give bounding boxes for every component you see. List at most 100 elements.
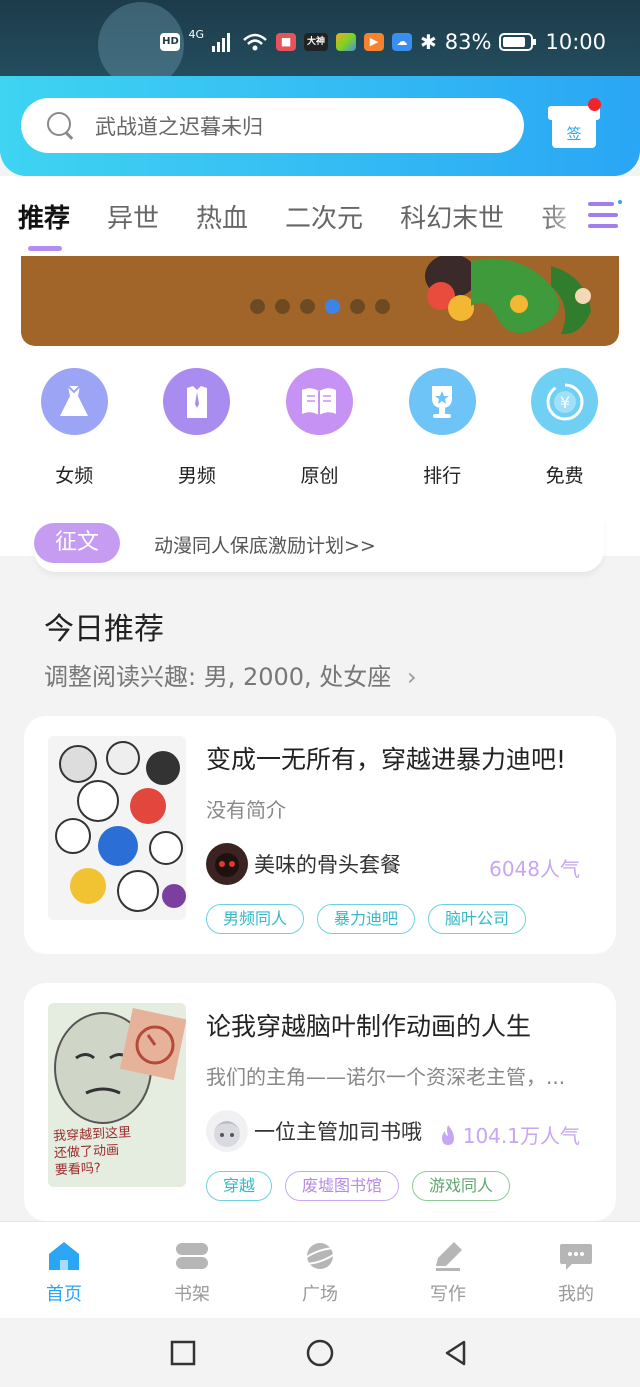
clock: 10:00 (545, 30, 606, 54)
book-tag[interactable]: 脑叶公司 (428, 904, 527, 934)
book-author[interactable]: 美味的骨头套餐 (206, 843, 401, 885)
battery-percent: 83% (444, 30, 492, 54)
nav-label: 写作 (430, 1284, 466, 1305)
app-notification-icon: 大神 (304, 33, 329, 51)
book-title: 论我穿越脑叶制作动画的人生 (206, 1012, 532, 1041)
tab-scifi[interactable]: 科幻末世 (400, 198, 504, 235)
signal-icon (212, 33, 231, 52)
book-cover: 我穿越到这里 还做了动画 要看吗? (48, 1003, 186, 1187)
carousel-dot[interactable] (300, 299, 315, 314)
category-ranking[interactable]: 排行 (381, 368, 504, 488)
avatar (206, 843, 248, 885)
pen-icon (436, 1242, 462, 1271)
category-label: 免费 (545, 465, 584, 487)
book-cover (48, 736, 186, 920)
carousel-dot[interactable] (250, 299, 265, 314)
carousel-dot-active[interactable] (325, 299, 340, 314)
book-author[interactable]: 一位主管加司书哦 (206, 1110, 422, 1152)
menu-icon[interactable] (588, 200, 622, 230)
category-label: 女频 (55, 465, 94, 487)
carousel-dot[interactable] (275, 299, 290, 314)
back-icon[interactable] (442, 1339, 470, 1367)
nav-label: 我的 (558, 1284, 594, 1305)
svg-text:¥: ¥ (560, 393, 570, 412)
book-description: 我们的主角——诺尔一个资深老主管，... (206, 1065, 566, 1089)
book-tag[interactable]: 穿越 (206, 1171, 273, 1201)
tab-otherworld[interactable]: 异世 (107, 198, 159, 235)
tab-hot-blood[interactable]: 热血 (196, 198, 248, 235)
popularity-count: 6048人气 (489, 857, 580, 881)
book-card[interactable]: 我穿越到这里 还做了动画 要看吗? 论我穿越脑叶制作动画的人生 我们的主角——诺… (24, 983, 616, 1221)
yen-coin-icon: ¥ (531, 368, 599, 435)
content-top: 女频 男频 原创 排行 ¥ 免费 (0, 256, 640, 556)
network-type: 4G (188, 27, 205, 41)
dress-icon (40, 368, 108, 435)
category-tabs: 推荐 异世 热血 二次元 科幻末世 丧 (0, 176, 640, 256)
popularity-count: 104.1万人气 (462, 1124, 580, 1148)
tab-anime[interactable]: 二次元 (285, 198, 363, 235)
search-icon (47, 111, 75, 140)
category-free[interactable]: ¥ 免费 (503, 368, 626, 488)
book-tag[interactable]: 男频同人 (206, 904, 305, 934)
book-description: 没有简介 (206, 798, 286, 822)
bottom-nav: 首页 书架 广场 写作 我的 (0, 1221, 640, 1318)
author-name: 美味的骨头套餐 (254, 853, 401, 877)
recent-apps-icon[interactable] (170, 1340, 196, 1366)
nav-bookshelf[interactable]: 书架 (128, 1222, 256, 1318)
tab-recommend[interactable]: 推荐 (18, 198, 70, 251)
search-placeholder: 武战道之迟暮未归 (95, 114, 263, 139)
category-original[interactable]: 原创 (258, 368, 381, 488)
bluetooth-icon: ✱ (420, 30, 437, 54)
carousel-dot[interactable] (350, 299, 365, 314)
nav-home[interactable]: 首页 (0, 1222, 128, 1318)
nav-profile[interactable]: 我的 (512, 1222, 640, 1318)
category-female[interactable]: 女频 (13, 368, 136, 488)
contest-notice[interactable]: 征文 动漫同人保底激励计划>> (34, 519, 604, 572)
system-nav-bar (0, 1318, 640, 1387)
category-label: 男频 (177, 465, 216, 487)
book-tag[interactable]: 暴力迪吧 (317, 904, 416, 934)
home-icon (49, 1242, 79, 1270)
chevron-right-icon: › (406, 663, 417, 691)
search-bar[interactable]: 武战道之迟暮未归 (21, 98, 524, 153)
banner-illustration (425, 256, 591, 335)
nav-write[interactable]: 写作 (384, 1222, 512, 1318)
category-shortcuts: 女频 男频 原创 排行 ¥ 免费 (0, 368, 640, 488)
trophy-icon (408, 368, 476, 435)
cover-caption: 我穿越到这里 还做了动画 要看吗? (52, 1125, 132, 1179)
planet-icon (302, 1243, 338, 1269)
category-label: 排行 (423, 465, 462, 487)
category-label: 原创 (300, 465, 339, 487)
author-name: 一位主管加司书哦 (254, 1120, 422, 1144)
carousel-dot[interactable] (375, 299, 390, 314)
section-subtitle: 调整阅读兴趣: 男, 2000, 处女座 (44, 663, 392, 691)
app-notification-icon: ▶ (364, 33, 385, 51)
book-icon (285, 368, 353, 435)
interest-settings-link[interactable]: 调整阅读兴趣: 男, 2000, 处女座 › (44, 657, 417, 692)
shirt-icon (163, 368, 231, 435)
checkin-gift-button[interactable]: 签 (548, 98, 601, 150)
home-circle-icon[interactable] (305, 1338, 335, 1368)
app-notification-icon: ■ (276, 33, 297, 51)
flame-icon (441, 1124, 454, 1145)
carousel-dots (250, 299, 390, 314)
popularity: 6048人气 (489, 853, 580, 882)
cloud-icon: ☁ (392, 33, 413, 51)
app-notification-icon (336, 33, 357, 51)
book-tag[interactable]: 废墟图书馆 (285, 1171, 400, 1201)
book-tags: 男频同人 暴力迪吧 脑叶公司 (206, 904, 527, 934)
nav-label: 书架 (174, 1284, 210, 1305)
hd-icon: HD (160, 33, 181, 51)
nav-plaza[interactable]: 广场 (256, 1222, 384, 1318)
book-card[interactable]: 变成一无所有，穿越进暴力迪吧! 没有简介 美味的骨头套餐 6048人气 男频同人… (24, 716, 616, 954)
status-bar: HD 4G ■ 大神 ▶ ☁ ✱ 83% 10:00 (0, 0, 640, 88)
section-title: 今日推荐 (44, 612, 164, 647)
avatar (206, 1110, 248, 1152)
bookshelf-icon (176, 1243, 208, 1269)
contest-text: 动漫同人保底激励计划>> (154, 535, 376, 557)
category-male[interactable]: 男频 (136, 368, 259, 488)
book-tags: 穿越 废墟图书馆 游戏同人 (206, 1171, 511, 1201)
promo-banner[interactable] (21, 256, 619, 346)
book-tag[interactable]: 游戏同人 (412, 1171, 511, 1201)
battery-icon (499, 33, 537, 51)
